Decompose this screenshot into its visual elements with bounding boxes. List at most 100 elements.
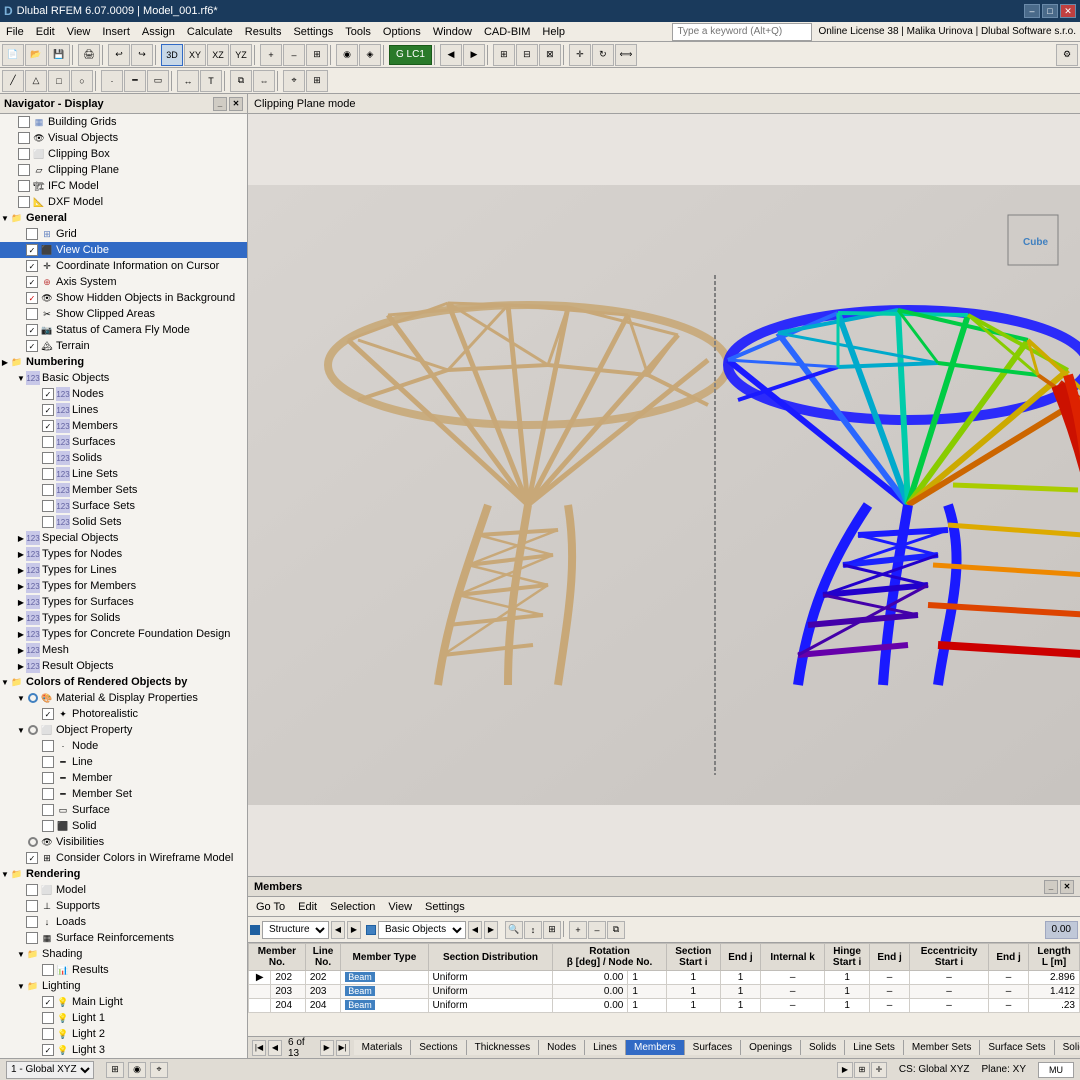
check-lines[interactable]: [42, 404, 54, 416]
expand-rendering[interactable]: ▼: [0, 866, 10, 882]
page-last-btn[interactable]: ▶|: [336, 1040, 350, 1056]
expand-lighting[interactable]: ▼: [16, 978, 26, 994]
radio-material-display[interactable]: [28, 693, 38, 703]
expand-shading[interactable]: ▼: [16, 946, 26, 962]
tree-item-types-solids[interactable]: ▶ 123 Types for Solids: [0, 610, 247, 626]
check-solid-sets[interactable]: [42, 516, 54, 528]
select-all-button[interactable]: ⊞: [493, 44, 515, 66]
check-shading-results[interactable]: [42, 964, 54, 976]
tree-item-solid[interactable]: ⬛ Solid: [0, 818, 247, 834]
expand-line-sets[interactable]: [32, 466, 42, 482]
undo-button[interactable]: ↩: [108, 44, 130, 66]
expand-line[interactable]: [32, 754, 42, 770]
expand-clipping-box[interactable]: [8, 146, 18, 162]
check-nodes[interactable]: [42, 388, 54, 400]
nav-prev-button[interactable]: ◀: [440, 44, 462, 66]
expand-mesh[interactable]: ▶: [16, 642, 26, 658]
expand-camera-fly[interactable]: [16, 322, 26, 338]
rotate-button[interactable]: ↻: [592, 44, 614, 66]
expand-object-property[interactable]: ▼: [16, 722, 26, 738]
type-prev-btn[interactable]: ◀: [468, 921, 482, 939]
status-tool-3[interactable]: ✛: [871, 1062, 887, 1078]
table-col-btn[interactable]: ⊞: [543, 921, 561, 939]
check-members[interactable]: [42, 420, 54, 432]
expand-shading-results[interactable]: [32, 962, 42, 978]
expand-solid[interactable]: [32, 818, 42, 834]
tab-solid-sets[interactable]: Solid Sets: [1055, 1040, 1080, 1055]
expand-special-objects[interactable]: ▶: [16, 530, 26, 546]
check-hidden-bg[interactable]: [26, 292, 38, 304]
node-button[interactable]: ·: [101, 70, 123, 92]
expand-material-display[interactable]: ▼: [16, 690, 26, 706]
expand-ifc-model[interactable]: [8, 178, 18, 194]
expand-solids[interactable]: [32, 450, 42, 466]
tree-item-members[interactable]: 123 Members: [0, 418, 247, 434]
expand-types-members[interactable]: ▶: [16, 578, 26, 594]
tree-item-shading-results[interactable]: 📊 Results: [0, 962, 247, 978]
panel-minimize-btn[interactable]: _: [1044, 880, 1058, 894]
expand-surfaces-nav[interactable]: [32, 434, 42, 450]
tree-item-clipping-plane[interactable]: ▱ Clipping Plane: [0, 162, 247, 178]
tree-item-main-light[interactable]: 💡 Main Light: [0, 994, 247, 1010]
tree-item-hidden-bg[interactable]: 👁 Show Hidden Objects in Background: [0, 290, 247, 306]
menu-view[interactable]: View: [61, 22, 97, 41]
check-coord-info[interactable]: [26, 260, 38, 272]
tree-item-grid[interactable]: ⊞ Grid: [0, 226, 247, 242]
check-view-cube[interactable]: [26, 244, 38, 256]
tree-item-terrain[interactable]: 🏔 Terrain: [0, 338, 247, 354]
tab-line-sets[interactable]: Line Sets: [845, 1040, 904, 1055]
check-ifc-model[interactable]: [18, 180, 30, 192]
check-line-sets[interactable]: [42, 468, 54, 480]
tree-item-photorealistic[interactable]: ✦ Photorealistic: [0, 706, 247, 722]
tree-item-types-nodes[interactable]: ▶ 123 Types for Nodes: [0, 546, 247, 562]
nav-next-button[interactable]: ▶: [463, 44, 485, 66]
expand-wireframe-colors[interactable]: [16, 850, 26, 866]
panel-close-btn[interactable]: ✕: [1060, 880, 1074, 894]
radio-object-property[interactable]: [28, 725, 38, 735]
tree-item-clipping-box[interactable]: ⬜ Clipping Box: [0, 146, 247, 162]
tree-item-supports[interactable]: ⊥ Supports: [0, 898, 247, 914]
status-wire-btn[interactable]: ⊞: [106, 1062, 124, 1078]
check-main-light[interactable]: [42, 996, 54, 1008]
expand-photorealistic[interactable]: [32, 706, 42, 722]
tree-item-lines[interactable]: 123 Lines: [0, 402, 247, 418]
tree-item-material-display[interactable]: ▼ 🎨 Material & Display Properties: [0, 690, 247, 706]
zoom-in-button[interactable]: +: [260, 44, 282, 66]
expand-types-concrete[interactable]: ▶: [16, 626, 26, 642]
expand-member[interactable]: [32, 770, 42, 786]
check-light3[interactable]: [42, 1044, 54, 1056]
new-button[interactable]: 📄: [2, 44, 24, 66]
minimize-button[interactable]: –: [1024, 4, 1040, 18]
global-search-input[interactable]: [672, 23, 812, 41]
menu-file[interactable]: File: [0, 22, 30, 41]
expand-axis[interactable]: [16, 274, 26, 290]
tree-item-light2[interactable]: 💡 Light 2: [0, 1026, 247, 1042]
check-camera-fly[interactable]: [26, 324, 38, 336]
check-member[interactable]: [42, 772, 54, 784]
radio-visibilities[interactable]: [28, 837, 38, 847]
expand-members-nav[interactable]: [32, 418, 42, 434]
expand-visual-objects[interactable]: [8, 130, 18, 146]
check-light2[interactable]: [42, 1028, 54, 1040]
grid-button[interactable]: ⊞: [306, 70, 328, 92]
move-button[interactable]: ✛: [569, 44, 591, 66]
draw-rect-button[interactable]: □: [48, 70, 70, 92]
tree-item-colors[interactable]: ▼ 📁 Colors of Rendered Objects by: [0, 674, 247, 690]
zoom-out-button[interactable]: –: [283, 44, 305, 66]
tab-openings[interactable]: Openings: [741, 1040, 801, 1055]
table-filter-btn[interactable]: 🔍: [505, 921, 523, 939]
view-3d-button[interactable]: 3D: [161, 44, 183, 66]
check-member-set[interactable]: [42, 788, 54, 800]
tree-item-member-set[interactable]: ━ Member Set: [0, 786, 247, 802]
check-dxf-model[interactable]: [18, 196, 30, 208]
tree-item-mesh[interactable]: ▶ 123 Mesh: [0, 642, 247, 658]
check-grid[interactable]: [26, 228, 38, 240]
expand-model[interactable]: [16, 882, 26, 898]
navigator-minimize-btn[interactable]: _: [213, 97, 227, 111]
panel-menu-settings[interactable]: Settings: [419, 899, 471, 915]
close-button[interactable]: ✕: [1060, 4, 1076, 18]
maximize-button[interactable]: □: [1042, 4, 1058, 18]
expand-clipping-plane[interactable]: [8, 162, 18, 178]
expand-types-nodes[interactable]: ▶: [16, 546, 26, 562]
check-clipping-box[interactable]: [18, 148, 30, 160]
